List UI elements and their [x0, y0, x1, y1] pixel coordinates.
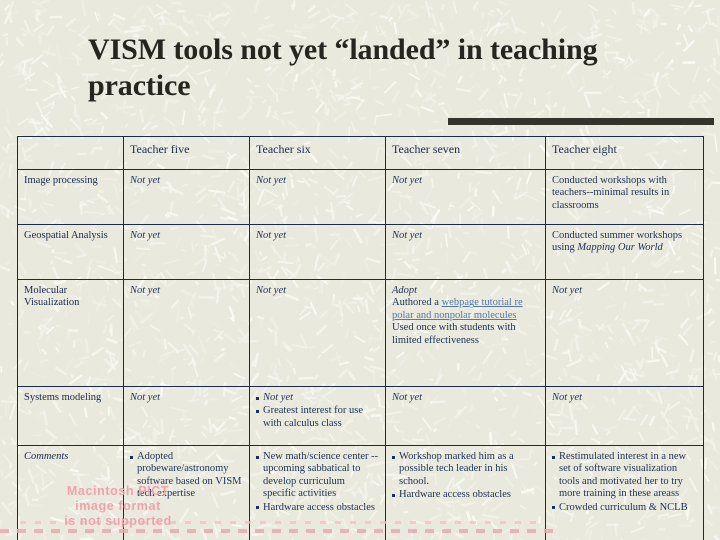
- list-item: Crowded curriculum & NCLB: [552, 502, 697, 514]
- table-row: Comments Adopted probeware/astronomy sof…: [17, 445, 704, 540]
- column-header-blank: [17, 136, 124, 170]
- column-header-teacher-seven: Teacher seven: [385, 136, 546, 170]
- bullet-list: Workshop marked him as a possible tech l…: [392, 451, 539, 502]
- table-body: Image processing Not yet Not yet Not yet…: [17, 169, 704, 540]
- list-item: Hardware access obstacles: [256, 502, 379, 514]
- cell-text: Not yet: [392, 175, 423, 186]
- bullet-list: Not yet Greatest interest for use with c…: [256, 392, 379, 430]
- cell-image-processing-teacher-five: Not yet: [123, 169, 250, 225]
- cell-comments-teacher-seven: Workshop marked him as a possible tech l…: [385, 445, 546, 540]
- cell-text: Not yet: [256, 175, 287, 186]
- list-item: Workshop marked him as a possible tech l…: [392, 451, 539, 488]
- cell-tail-text: Used once with students with limited eff…: [392, 322, 516, 346]
- cell-text: Conducted workshops with teachers--minim…: [552, 175, 670, 211]
- bullet-list: Adopted probeware/astronomy software bas…: [130, 451, 243, 501]
- cell-molecular-teacher-eight: Not yet: [545, 279, 704, 387]
- cell-systems-teacher-five: Not yet: [123, 386, 250, 446]
- table-header-row: Teacher five Teacher six Teacher seven T…: [17, 136, 704, 170]
- teacher-matrix-wrapper: Teacher five Teacher six Teacher seven T…: [17, 136, 704, 540]
- bullet-list: Restimulated interest in a new set of so…: [552, 451, 697, 514]
- cell-text: Not yet: [130, 230, 161, 241]
- row-label-systems-modeling: Systems modeling: [17, 386, 124, 446]
- list-item: Hardware access obstacles: [392, 489, 539, 501]
- cell-lead-text: Authored a: [392, 297, 442, 309]
- cell-comments-teacher-eight: Restimulated interest in a new set of so…: [545, 445, 704, 540]
- cell-geospatial-teacher-eight: Conducted summer workshops using Mapping…: [545, 224, 704, 280]
- teacher-matrix-table: Teacher five Teacher six Teacher seven T…: [17, 136, 704, 540]
- table-header: Teacher five Teacher six Teacher seven T…: [17, 136, 704, 170]
- column-header-teacher-six: Teacher six: [249, 136, 386, 170]
- cell-text: Not yet: [392, 392, 423, 403]
- cell-image-processing-teacher-eight: Conducted workshops with teachers--minim…: [545, 169, 704, 225]
- cell-geospatial-teacher-seven: Not yet: [385, 224, 546, 280]
- column-header-teacher-eight: Teacher eight: [545, 136, 704, 170]
- list-item: Restimulated interest in a new set of so…: [552, 451, 697, 501]
- cell-image-processing-teacher-six: Not yet: [249, 169, 386, 225]
- cell-molecular-teacher-five: Not yet: [123, 279, 250, 387]
- slide-canvas: VISM tools not yet “landed” in teaching …: [0, 0, 720, 540]
- page-title: VISM tools not yet “landed” in teaching …: [88, 33, 598, 102]
- cell-adopt-heading: Adopt: [392, 285, 418, 296]
- cell-comments-teacher-six: New math/science center -- upcoming sabb…: [249, 445, 386, 540]
- cell-text: Not yet: [130, 175, 161, 186]
- row-label-image-processing: Image processing: [17, 169, 124, 225]
- cell-image-processing-teacher-seven: Not yet: [385, 169, 546, 225]
- cell-text: Not yet: [256, 230, 287, 241]
- row-label-geospatial-analysis: Geospatial Analysis: [17, 224, 124, 280]
- cell-systems-teacher-eight: Not yet: [545, 386, 704, 446]
- cell-comments-teacher-five: Adopted probeware/astronomy software bas…: [123, 445, 250, 540]
- cell-molecular-teacher-six: Not yet: [249, 279, 386, 387]
- column-header-teacher-five: Teacher five: [123, 136, 250, 170]
- title-decorative-rule: [448, 118, 714, 125]
- cell-geospatial-teacher-six: Not yet: [249, 224, 386, 280]
- table-row: Geospatial Analysis Not yet Not yet Not …: [17, 224, 704, 280]
- list-item: New math/science center -- upcoming sabb…: [256, 451, 379, 501]
- table-row: Image processing Not yet Not yet Not yet…: [17, 169, 704, 225]
- cell-molecular-teacher-seven: Adopt Authored a webpage tutorial re pol…: [385, 279, 546, 387]
- table-row: Molecular Visualization Not yet Not yet …: [17, 279, 704, 387]
- cell-italic-title: Mapping Our World: [577, 242, 663, 254]
- list-item: Greatest interest for use with calculus …: [256, 405, 379, 430]
- cell-geospatial-teacher-five: Not yet: [123, 224, 250, 280]
- cell-text: Not yet: [130, 285, 161, 296]
- bullet-list: New math/science center -- upcoming sabb…: [256, 451, 379, 514]
- list-item: Not yet: [256, 392, 379, 404]
- cell-adopt-body: Authored a webpage tutorial re polar and…: [392, 297, 539, 347]
- cell-systems-teacher-six: Not yet Greatest interest for use with c…: [249, 386, 386, 446]
- list-item: Adopted probeware/astronomy software bas…: [130, 451, 243, 501]
- row-label-molecular-visualization: Molecular Visualization: [17, 279, 124, 387]
- table-row: Systems modeling Not yet Not yet Greates…: [17, 386, 704, 446]
- row-label-comments: Comments: [17, 445, 124, 540]
- cell-text: Not yet: [392, 230, 423, 241]
- cell-systems-teacher-seven: Not yet: [385, 386, 546, 446]
- cell-text: Not yet: [256, 285, 287, 296]
- cell-text: Not yet: [552, 392, 583, 403]
- cell-text: Not yet: [552, 285, 583, 296]
- cell-text: Not yet: [130, 392, 161, 403]
